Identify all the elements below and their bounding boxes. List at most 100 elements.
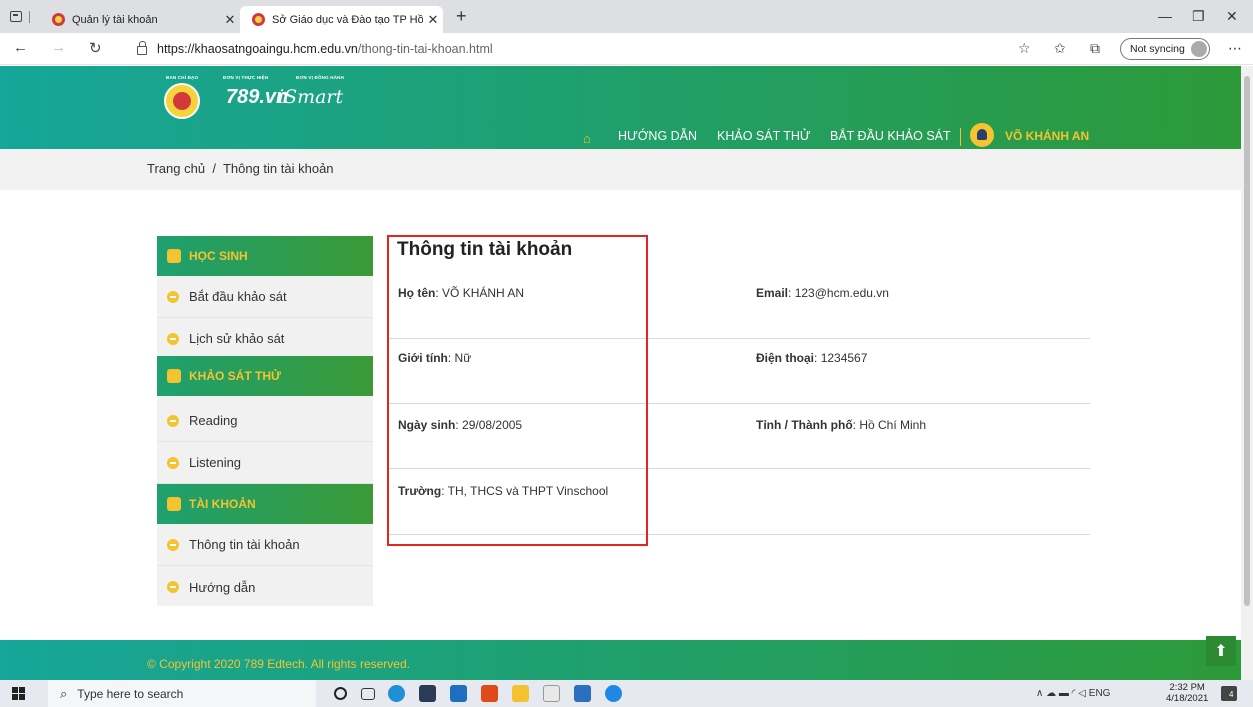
close-icon[interactable]: ✕ — [423, 12, 443, 28]
home-icon[interactable]: ⌂ — [583, 131, 591, 146]
sidebar-group-title: HỌC SINH — [189, 249, 248, 263]
breadcrumb-home[interactable]: Trang chủ — [147, 161, 205, 176]
windows-taskbar: ⌕ Type here to search ∧ ☁ ▬ ◜ ◁ ENG 2:32… — [0, 680, 1253, 707]
sidebar-item-start-survey[interactable]: Bắt đầu khảo sát — [157, 276, 373, 318]
sidebar: HỌC SINH Bắt đầu khảo sát Lịch sử khảo s… — [157, 236, 373, 606]
edge-icon[interactable] — [388, 685, 405, 702]
site-header: BAN CHỈ ĐẠO ĐƠN VỊ THỰC HIỆN ĐƠN VỊ ĐỒNG… — [0, 66, 1241, 149]
nav-start-survey[interactable]: BẮT ĐẦU KHẢO SÁT — [830, 129, 951, 143]
more-icon[interactable]: ⋯ — [1228, 40, 1242, 57]
sidebar-group-title: TÀI KHOẢN — [189, 497, 256, 511]
student-icon — [167, 249, 181, 263]
minimize-icon[interactable]: — — [1158, 8, 1172, 24]
profile-avatar-icon — [1190, 41, 1207, 57]
search-placeholder: Type here to search — [77, 686, 184, 701]
breadcrumb-bar: Trang chủ / Thông tin tài khoản — [0, 149, 1241, 190]
sidebar-item-guide[interactable]: Hướng dẫn — [157, 566, 373, 608]
forward-icon[interactable]: → — [51, 39, 66, 56]
chat-app-icon[interactable] — [605, 685, 622, 702]
lock-icon — [137, 41, 147, 55]
browser-tab-account-management[interactable]: Quản lý tài khoản ✕ — [40, 6, 240, 33]
scroll-to-top-button[interactable]: ⬆ — [1206, 636, 1236, 666]
system-tray[interactable]: ∧ ☁ ▬ ◜ ◁ ENG — [1036, 688, 1110, 699]
field-phone: Điện thoại: 1234567 — [756, 351, 868, 365]
caps-steering: BAN CHỈ ĐẠO — [166, 75, 199, 80]
breadcrumb-separator: / — [212, 161, 216, 176]
highlight-annotation-box — [387, 235, 648, 546]
taskbar-clock[interactable]: 2:32 PM 4/18/2021 — [1166, 682, 1208, 704]
maximize-icon[interactable]: ❐ — [1192, 8, 1205, 25]
address-bar[interactable]: https://khaosatngoaingu.hcm.edu.vn/thong… — [125, 38, 1005, 60]
arrow-circle-icon — [167, 456, 179, 469]
scrollbar-thumb[interactable] — [1244, 76, 1250, 606]
browser-toolbar: ← → ↻ https://khaosatngoaingu.hcm.edu.vn… — [0, 33, 1253, 65]
read-aloud-icon[interactable]: ☆ — [1018, 40, 1031, 57]
windows-start-icon[interactable] — [12, 687, 25, 700]
sidebar-item-listening[interactable]: Listening — [157, 442, 373, 484]
tab-separator — [29, 11, 30, 23]
user-avatar[interactable] — [970, 123, 994, 147]
new-tab-icon[interactable]: + — [456, 6, 467, 27]
breadcrumb-current: Thông tin tài khoản — [222, 161, 334, 176]
account-icon — [167, 497, 181, 511]
file-explorer-icon[interactable] — [512, 685, 529, 702]
nav-practice-survey[interactable]: KHẢO SÁT THỬ — [717, 129, 811, 143]
notification-count: 4 — [1229, 690, 1234, 699]
arrow-circle-icon — [167, 332, 179, 345]
url-host: https://khaosatngoaingu.hcm.edu.vn — [157, 42, 358, 56]
copyright-text: © Copyright 2020 789 Edtech. All rights … — [147, 657, 410, 671]
nav-divider — [960, 128, 961, 146]
refresh-icon[interactable]: ↻ — [89, 39, 102, 57]
sync-button[interactable]: Not syncing — [1120, 38, 1210, 60]
collections-icon[interactable]: ⧉ — [1090, 40, 1100, 57]
task-view-icon[interactable] — [361, 688, 375, 700]
taskbar-search-input[interactable]: ⌕ Type here to search — [48, 680, 316, 707]
arrow-circle-icon — [167, 414, 179, 427]
field-province: Tỉnh / Thành phố: Hồ Chí Minh — [756, 418, 927, 432]
tab-title: Quản lý tài khoản — [72, 13, 158, 26]
window-close-icon[interactable]: ✕ — [1226, 8, 1238, 25]
logo-ismart[interactable]: iSmart — [278, 86, 343, 108]
sidebar-item-reading[interactable]: Reading — [157, 400, 373, 442]
sidebar-item-account-info[interactable]: Thông tin tài khoản — [157, 524, 373, 566]
search-icon: ⌕ — [60, 685, 68, 701]
clock-time: 2:32 PM — [1169, 682, 1205, 693]
sticky-app-icon[interactable] — [543, 685, 560, 702]
back-icon[interactable]: ← — [13, 39, 28, 56]
sidebar-item-survey-history[interactable]: Lịch sử khảo sát — [157, 318, 373, 360]
word-icon[interactable] — [574, 685, 591, 702]
sidebar-item-label: Reading — [189, 413, 238, 428]
store-icon[interactable] — [419, 685, 436, 702]
sidebar-group-title: KHẢO SÁT THỬ — [189, 369, 281, 383]
browser-tab-department[interactable]: Sở Giáo dục và Đào tạo TP Hồ Chí Minh ✕ — [240, 6, 443, 33]
page-scrollbar[interactable] — [1241, 66, 1253, 680]
input-language[interactable]: ENG — [1089, 688, 1111, 699]
breadcrumb: Trang chủ / Thông tin tài khoản — [147, 161, 334, 176]
notification-center-icon[interactable]: 4 — [1221, 686, 1237, 701]
user-name[interactable]: VÕ KHÁNH AN — [1005, 129, 1089, 143]
department-emblem-logo[interactable] — [164, 83, 200, 119]
site-favicon-icon — [252, 13, 265, 26]
site-favicon-icon — [52, 13, 65, 26]
mail-icon[interactable] — [450, 685, 467, 702]
close-icon[interactable]: ✕ — [220, 12, 240, 28]
caps-implementer: ĐƠN VỊ THỰC HIỆN — [223, 75, 269, 80]
sidebar-item-label: Listening — [189, 455, 242, 470]
site-footer: © Copyright 2020 789 Edtech. All rights … — [0, 636, 1241, 680]
arrow-up-icon: ⬆ — [1214, 643, 1228, 660]
clock-date: 4/18/2021 — [1166, 693, 1209, 704]
student-icon — [167, 369, 181, 383]
sidebar-item-label: Bắt đầu khảo sát — [189, 289, 287, 304]
arrow-circle-icon — [167, 581, 179, 593]
caps-partner: ĐƠN VỊ ĐỒNG HÀNH — [296, 75, 345, 80]
favorites-icon[interactable]: ✩ — [1054, 40, 1066, 57]
tab-title: Sở Giáo dục và Đào tạo TP Hồ Chí Minh — [272, 13, 423, 26]
tab-actions-icon[interactable] — [10, 11, 22, 22]
cortana-icon[interactable] — [334, 687, 347, 700]
arrow-circle-icon — [167, 538, 179, 551]
nav-guide[interactable]: HƯỚNG DẪN — [618, 129, 697, 143]
office-icon[interactable] — [481, 685, 498, 702]
sidebar-group-practice: KHẢO SÁT THỬ — [157, 356, 373, 396]
sidebar-item-label: Thông tin tài khoản — [189, 537, 300, 552]
sidebar-group-student: HỌC SINH — [157, 236, 373, 276]
